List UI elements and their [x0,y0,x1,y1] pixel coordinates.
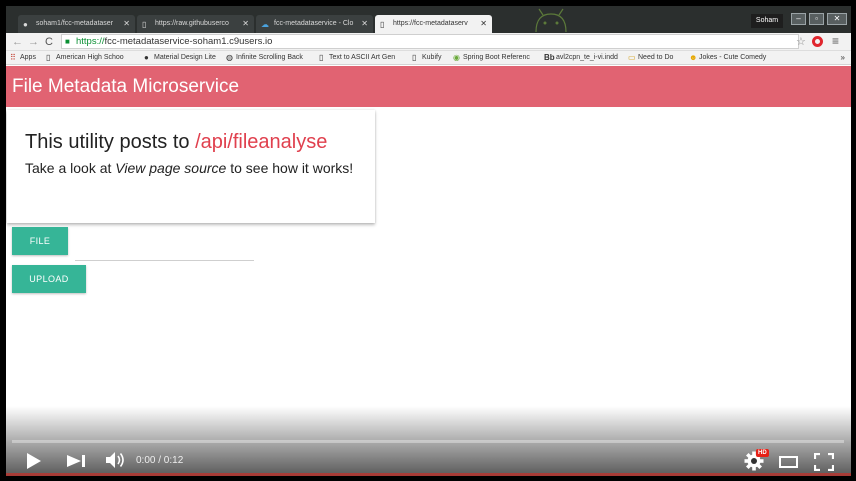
theater-mode-icon[interactable] [779,456,798,468]
cloud9-icon: ☁ [261,20,269,29]
bookmark-item[interactable]: ◍ Infinite Scrolling Back [226,51,303,64]
tab-label: soham1/fcc-metadataser [36,20,114,27]
bookmark-item[interactable]: ▯ American High Schoo [46,51,124,64]
lock-icon: ■ [65,37,70,46]
page-title: File Metadata Microservice [12,76,240,97]
folder-icon: ▭ [628,53,636,62]
bookmark-item[interactable]: ● Material Design Lite [144,51,216,64]
video-frame: ● soham1/fcc-metadataser ✕ ▯ https://raw… [0,0,856,481]
reload-icon[interactable]: C [45,35,53,49]
tab-github[interactable]: ● soham1/fcc-metadataser ✕ [18,15,135,33]
page-icon: ▯ [46,53,51,62]
tab-label: https://raw.githubuserco [155,20,229,27]
bb-icon: Bb [544,53,555,62]
opera-extension-icon[interactable] [812,36,823,47]
fullscreen-icon[interactable] [814,453,834,471]
minimize-button[interactable]: – [791,13,806,25]
bookmark-item[interactable]: ▯ Text to ASCII Art Gen [319,51,395,64]
url-scheme: https:// [76,36,105,47]
page-icon: ▯ [319,53,324,62]
spring-icon: ◉ [453,53,460,62]
tab-label: fcc-metadataservice - Clo [274,20,354,27]
maximize-button[interactable]: ▫ [809,13,824,25]
volume-icon[interactable] [106,452,126,468]
bookmark-item[interactable]: ◉ Spring Boot Referenc [453,51,530,64]
player-bottom-bar [6,473,851,476]
page-icon: ▯ [412,53,417,62]
smiley-icon: ☻ [689,53,698,62]
tab-label: https://fcc-metadataserv [393,20,468,27]
close-icon[interactable]: ✕ [242,15,249,33]
github-icon: ● [23,20,28,29]
close-window-button[interactable]: ✕ [827,13,847,25]
app-header: File Metadata Microservice [6,66,851,107]
mdl-icon: ● [144,53,149,62]
hd-badge: HD [756,449,769,457]
bookmark-item[interactable]: ☻ Jokes - Cute Comedy [689,51,766,64]
page-icon: ▯ [380,20,385,29]
back-icon[interactable]: ← [12,35,23,49]
browser-window: ● soham1/fcc-metadataser ✕ ▯ https://raw… [6,6,851,476]
file-button[interactable]: FILE [12,227,68,255]
profile-button[interactable]: Soham [751,14,783,28]
tab-bar: ● soham1/fcc-metadataser ✕ ▯ https://raw… [6,6,851,33]
bookmark-item[interactable]: Bb avl2cpn_te_i-vi.indd [544,51,618,64]
menu-icon[interactable]: ≡ [832,34,839,48]
bookmark-item[interactable]: ▯ Kubify [412,51,441,64]
forward-icon[interactable]: → [28,35,39,49]
tab-active-app[interactable]: ▯ https://fcc-metadataserv ✕ [375,15,492,33]
page-icon: ▯ [142,20,147,29]
time-display: 0:00 / 0:12 [136,455,184,466]
bookmark-folder[interactable]: ▭ Need to Do [628,51,673,64]
bookmark-apps[interactable]: ⠿ Apps [10,51,36,64]
card-text: Take a look at View page source to see h… [25,160,354,176]
play-icon[interactable] [26,453,42,469]
globe-icon: ◍ [226,53,233,62]
url-host: fcc-metadataservice-soham1.c9users.io [104,36,273,47]
url-input[interactable]: ■ https://fcc-metadataservice-soham1.c9u… [61,34,799,49]
bookmark-star-icon[interactable]: ☆ [796,35,806,48]
info-card: This utility posts to /api/fileanalyse T… [7,110,375,223]
close-icon[interactable]: ✕ [361,15,368,33]
api-endpoint: /api/fileanalyse [195,131,328,153]
bookmarks-overflow-icon[interactable]: » [841,51,845,64]
next-icon[interactable] [67,455,87,467]
close-icon[interactable]: ✕ [480,15,487,33]
tab-cloud9[interactable]: ☁ fcc-metadataservice - Clo ✕ [256,15,373,33]
bookmarks-bar: ⠿ Apps ▯ American High Schoo ● Material Des… [6,51,851,65]
progress-bar[interactable] [12,440,844,443]
upload-button[interactable]: UPLOAD [12,265,86,293]
close-icon[interactable]: ✕ [123,15,130,33]
file-name-field[interactable] [75,260,254,261]
apps-grid-icon: ⠿ [10,53,16,62]
android-robot-icon [535,8,567,32]
address-bar-row: ← → C ■ https://fcc-metadataservice-soha… [6,33,851,51]
card-title: This utility posts to /api/fileanalyse [25,131,328,153]
tab-raw-github[interactable]: ▯ https://raw.githubuserco ✕ [137,15,254,33]
